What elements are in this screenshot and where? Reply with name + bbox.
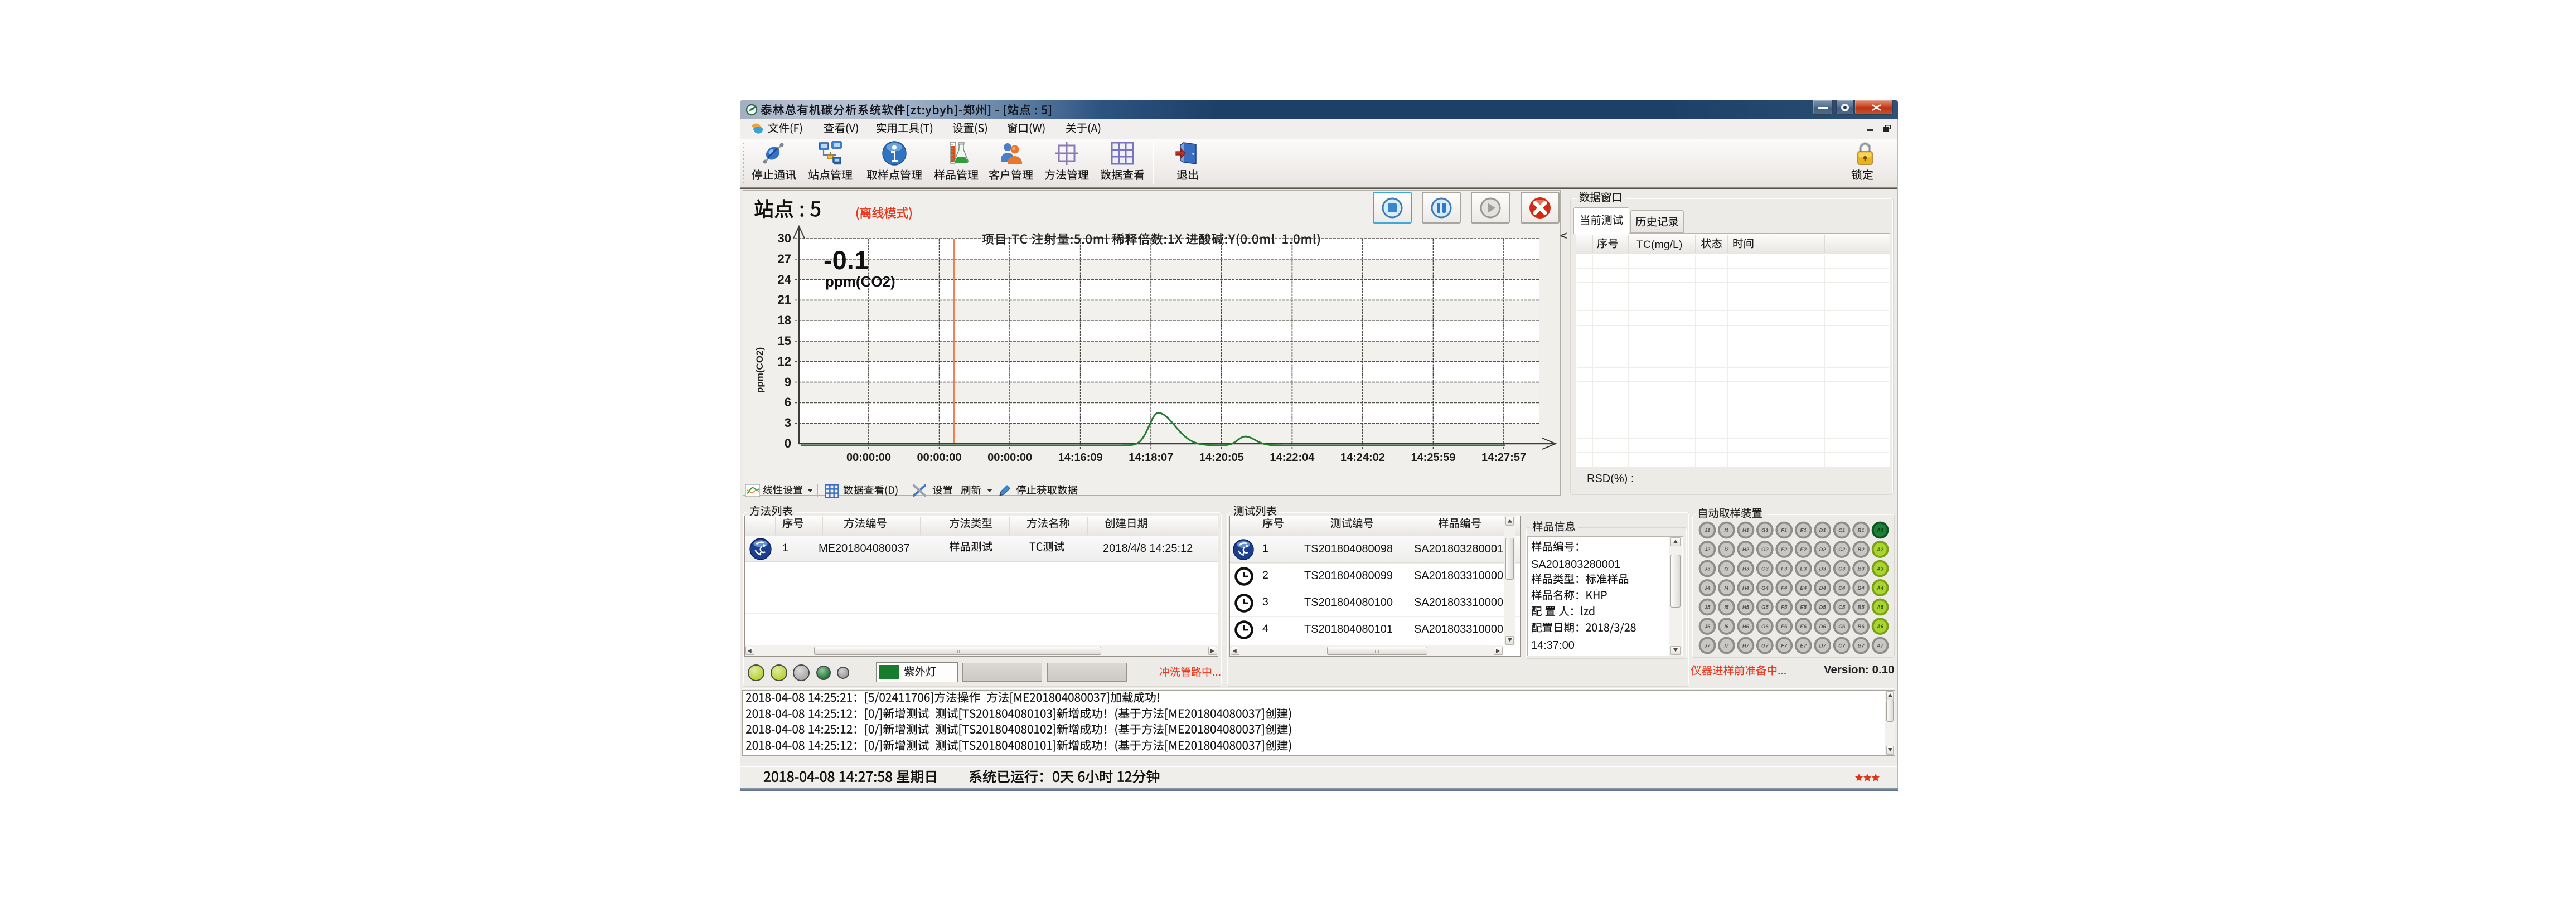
svg-text:F4: F4	[1781, 585, 1788, 591]
svg-text:B4: B4	[1858, 585, 1865, 591]
svg-text:E1: E1	[1800, 528, 1807, 534]
svg-text:C5: C5	[1838, 605, 1846, 611]
svg-text:C7: C7	[1838, 643, 1846, 649]
svg-text:F5: F5	[1781, 605, 1788, 611]
svg-text:D2: D2	[1819, 547, 1827, 553]
svg-text:G1: G1	[1761, 528, 1769, 534]
svg-text:E4: E4	[1800, 585, 1807, 591]
svg-text:C6: C6	[1838, 624, 1846, 630]
svg-text:H4: H4	[1742, 585, 1750, 591]
svg-text:A3: A3	[1876, 566, 1884, 572]
svg-text:I4: I4	[1724, 585, 1729, 591]
svg-text:A7: A7	[1876, 643, 1884, 649]
svg-text:A2: A2	[1876, 547, 1884, 553]
svg-text:H1: H1	[1742, 528, 1749, 534]
svg-text:G6: G6	[1761, 624, 1769, 630]
svg-text:C2: C2	[1838, 547, 1846, 553]
svg-text:C4: C4	[1838, 585, 1846, 591]
svg-text:D1: D1	[1819, 528, 1826, 534]
svg-text:C3: C3	[1838, 566, 1846, 572]
svg-text:J7: J7	[1705, 643, 1711, 649]
svg-text:D4: D4	[1819, 585, 1827, 591]
svg-text:J4: J4	[1705, 585, 1711, 591]
svg-text:B3: B3	[1858, 566, 1865, 572]
svg-text:G5: G5	[1761, 605, 1769, 611]
svg-text:J2: J2	[1705, 547, 1711, 553]
svg-text:H2: H2	[1742, 547, 1750, 553]
svg-text:I1: I1	[1724, 528, 1728, 534]
svg-text:E7: E7	[1800, 643, 1807, 649]
svg-text:F7: F7	[1781, 643, 1788, 649]
svg-text:D6: D6	[1819, 624, 1827, 630]
svg-text:A6: A6	[1876, 624, 1884, 630]
svg-text:G3: G3	[1761, 566, 1769, 572]
svg-text:D3: D3	[1819, 566, 1827, 572]
svg-text:B1: B1	[1858, 528, 1865, 534]
svg-text:I6: I6	[1724, 624, 1729, 630]
svg-text:G2: G2	[1761, 547, 1769, 553]
svg-text:J6: J6	[1705, 624, 1711, 630]
svg-text:H5: H5	[1742, 605, 1750, 611]
svg-text:E6: E6	[1800, 624, 1807, 630]
svg-text:H6: H6	[1742, 624, 1750, 630]
svg-text:E5: E5	[1800, 605, 1807, 611]
svg-text:F1: F1	[1781, 528, 1787, 534]
svg-text:D7: D7	[1819, 643, 1827, 649]
svg-text:A1: A1	[1876, 528, 1883, 534]
svg-text:G7: G7	[1761, 643, 1769, 649]
svg-text:D5: D5	[1819, 605, 1827, 611]
svg-text:H3: H3	[1742, 566, 1750, 572]
svg-text:E2: E2	[1800, 547, 1807, 553]
svg-text:I3: I3	[1724, 566, 1729, 572]
svg-text:B6: B6	[1858, 624, 1865, 630]
svg-text:C1: C1	[1838, 528, 1845, 534]
svg-text:J1: J1	[1705, 528, 1711, 534]
svg-text:B2: B2	[1858, 547, 1865, 553]
svg-text:I5: I5	[1724, 605, 1729, 611]
svg-text:H7: H7	[1742, 643, 1750, 649]
svg-text:B5: B5	[1858, 605, 1865, 611]
svg-text:E3: E3	[1800, 566, 1807, 572]
svg-text:G4: G4	[1761, 585, 1769, 591]
svg-text:J3: J3	[1705, 566, 1711, 572]
svg-text:J5: J5	[1705, 605, 1711, 611]
svg-text:A5: A5	[1876, 605, 1884, 611]
svg-text:F6: F6	[1781, 624, 1788, 630]
svg-text:F3: F3	[1781, 566, 1788, 572]
svg-text:F2: F2	[1781, 547, 1788, 553]
svg-text:I7: I7	[1724, 643, 1729, 649]
svg-text:A4: A4	[1876, 585, 1884, 591]
svg-text:I2: I2	[1724, 547, 1729, 553]
svg-text:B7: B7	[1858, 643, 1865, 649]
